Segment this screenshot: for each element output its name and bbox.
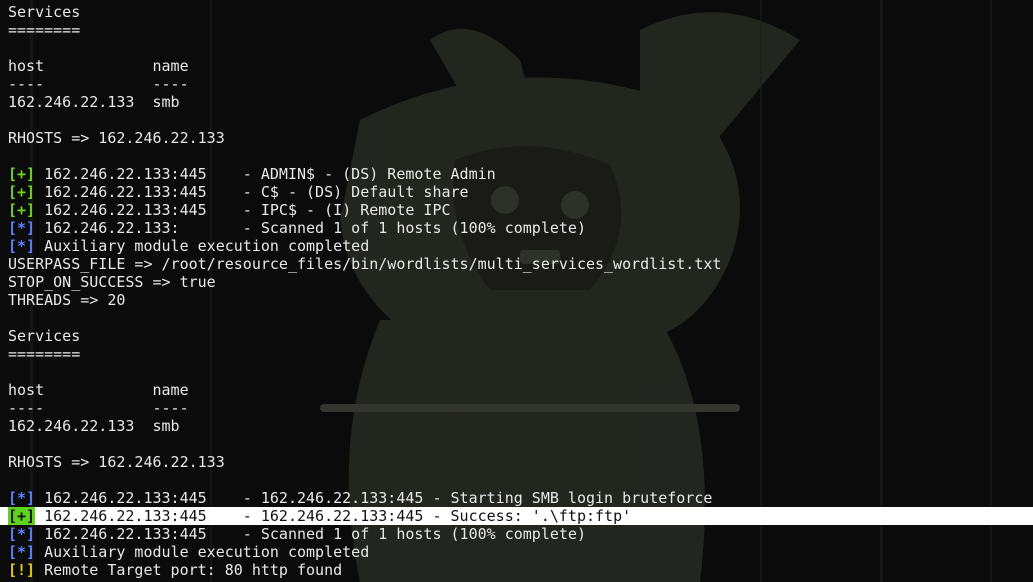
terminal-line: THREADS => 20 — [8, 291, 1033, 309]
terminal-line: ======== — [8, 345, 1033, 363]
terminal-line: Services — [8, 3, 1033, 21]
warn-marker: [!] — [8, 561, 36, 579]
line-text: ---- ---- — [8, 399, 189, 417]
terminal-line: host name — [8, 57, 1033, 75]
terminal-line: [*] 162.246.22.133:445 - 162.246.22.133:… — [8, 489, 1033, 507]
line-text: USERPASS_FILE => /root/resource_files/bi… — [8, 255, 722, 273]
line-text: ---- ---- — [8, 75, 189, 93]
terminal-line: RHOSTS => 162.246.22.133 — [8, 453, 1033, 471]
line-text: RHOSTS => 162.246.22.133 — [8, 129, 225, 147]
terminal-line: RHOSTS => 162.246.22.133 — [8, 129, 1033, 147]
line-text: 162.246.22.133:445 - 162.246.22.133:445 … — [35, 489, 713, 507]
line-text: Auxiliary module execution completed — [35, 237, 370, 255]
terminal-line: [+] 162.246.22.133:445 - C$ - (DS) Defau… — [8, 183, 1033, 201]
terminal-line: [*] 162.246.22.133: - Scanned 1 of 1 hos… — [8, 219, 1033, 237]
status-marker: [*] — [8, 525, 36, 543]
terminal-line: ---- ---- — [8, 75, 1033, 93]
line-text: 162.246.22.133 smb — [8, 93, 180, 111]
good-marker: [+] — [8, 165, 36, 183]
status-marker: [*] — [8, 237, 36, 255]
line-text: THREADS => 20 — [8, 291, 126, 309]
terminal-line: [*] Auxiliary module execution completed — [8, 543, 1033, 561]
line-text: 162.246.22.133:445 - 162.246.22.133:445 … — [35, 507, 632, 525]
terminal-window[interactable]: Services ======== host name ---- ---- 162.24… — [0, 0, 1033, 582]
line-text: 162.246.22.133: - Scanned 1 of 1 hosts (… — [35, 219, 586, 237]
terminal-output: Services ======== host name ---- ---- 162.24… — [0, 3, 1033, 579]
line-text: RHOSTS => 162.246.22.133 — [8, 453, 225, 471]
good-marker: [+] — [8, 201, 36, 219]
terminal-line: [+] 162.246.22.133:445 - IPC$ - (I) Remo… — [8, 201, 1033, 219]
status-marker: [*] — [8, 219, 36, 237]
terminal-line: ======== — [8, 21, 1033, 39]
terminal-line: ---- ---- — [8, 399, 1033, 417]
terminal-line: 162.246.22.133 smb — [8, 93, 1033, 111]
line-text: host name — [8, 381, 189, 399]
line-text: 162.246.22.133:445 - IPC$ - (I) Remote I… — [35, 201, 451, 219]
terminal-line: [*] 162.246.22.133:445 - Scanned 1 of 1 … — [8, 525, 1033, 543]
terminal-line: 162.246.22.133 smb — [8, 417, 1033, 435]
terminal-line: [+] 162.246.22.133:445 - 162.246.22.133:… — [0, 507, 1033, 525]
line-text: host name — [8, 57, 189, 75]
terminal-line: USERPASS_FILE => /root/resource_files/bi… — [8, 255, 1033, 273]
line-text: Auxiliary module execution completed — [35, 543, 370, 561]
line-text: Services — [8, 3, 81, 21]
terminal-line: host name — [8, 381, 1033, 399]
line-text: Remote Target port: 80 http found — [35, 561, 343, 579]
line-text: 162.246.22.133:445 - ADMIN$ - (DS) Remot… — [35, 165, 496, 183]
line-text: 162.246.22.133:445 - C$ - (DS) Default s… — [35, 183, 469, 201]
line-text: 162.246.22.133:445 - Scanned 1 of 1 host… — [35, 525, 586, 543]
good-marker: [+] — [8, 183, 36, 201]
terminal-line: STOP_ON_SUCCESS => true — [8, 273, 1033, 291]
line-text: STOP_ON_SUCCESS => true — [8, 273, 216, 291]
terminal-line: [!] Remote Target port: 80 http found — [8, 561, 1033, 579]
terminal-line: Services — [8, 327, 1033, 345]
line-text: ======== — [8, 21, 81, 39]
line-text: 162.246.22.133 smb — [8, 417, 180, 435]
good-marker: [+] — [8, 507, 36, 525]
terminal-line: [*] Auxiliary module execution completed — [8, 237, 1033, 255]
status-marker: [*] — [8, 543, 36, 561]
line-text: ======== — [8, 345, 81, 363]
line-text: Services — [8, 327, 81, 345]
status-marker: [*] — [8, 489, 36, 507]
terminal-line: [+] 162.246.22.133:445 - ADMIN$ - (DS) R… — [8, 165, 1033, 183]
